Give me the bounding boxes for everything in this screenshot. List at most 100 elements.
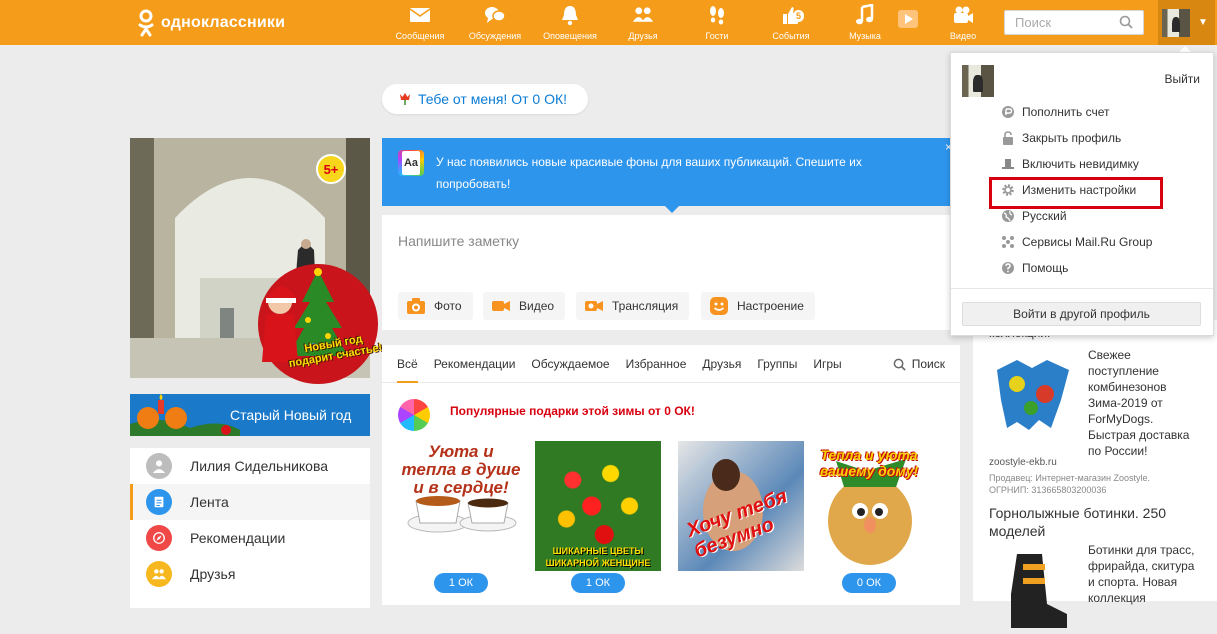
nav-label: Оповещения	[543, 31, 597, 41]
menu-help[interactable]: Помощь	[1001, 257, 1068, 279]
menu-top-up-balance[interactable]: Пополнить счет	[1001, 101, 1110, 123]
composer-broadcast-button[interactable]: Трансляция	[576, 292, 690, 320]
music-note-icon	[856, 4, 874, 25]
left-navigation: Лилия Сидельникова Лента Рекомендации Др…	[130, 448, 370, 608]
nav-video[interactable]: Видео	[932, 4, 994, 41]
ad-dog-suit-image[interactable]	[987, 350, 1077, 440]
logout-link[interactable]: Выйти	[1164, 72, 1200, 86]
nav-discussions[interactable]: Обсуждения	[464, 4, 526, 41]
nav-label: Друзья	[628, 31, 658, 41]
switch-profile-button[interactable]: Войти в другой профиль	[962, 302, 1201, 326]
nav-notifications[interactable]: Оповещения	[539, 4, 601, 41]
left-nav-profile[interactable]: Лилия Сидельникова	[130, 448, 370, 484]
dropdown-divider	[951, 288, 1213, 289]
gift-price-button[interactable]: 1 ОК	[434, 573, 488, 593]
video-camera-icon	[491, 296, 511, 316]
nav-video-promo[interactable]	[878, 4, 938, 30]
ok-logo-icon	[138, 9, 154, 37]
search-icon	[893, 358, 906, 371]
left-nav-label: Рекомендации	[190, 530, 286, 546]
menu-invisible-mode[interactable]: Включить невидимку	[1001, 153, 1139, 175]
menu-item-label: Сервисы Mail.Ru Group	[1022, 235, 1153, 249]
new-backgrounds-notice[interactable]: Aa У нас появились новые красивые фоны д…	[382, 138, 960, 206]
ad-dog-suit-text[interactable]: Свежее поступление комбинезонов Зима-201…	[1088, 347, 1200, 459]
left-nav-label: Друзья	[190, 566, 236, 582]
ad-ski-boots-image[interactable]	[987, 544, 1077, 634]
broadcast-icon	[584, 296, 604, 316]
left-nav-recommendations[interactable]: Рекомендации	[130, 520, 370, 556]
invisible-hat-icon	[1001, 157, 1015, 171]
gift-price-button[interactable]: 0 ОК	[842, 573, 896, 593]
feed-tab-discussed[interactable]: Обсуждаемое	[531, 345, 609, 383]
feed-tab-games[interactable]: Игры	[813, 345, 841, 383]
right-ads-column: коллекции. Свежее поступление комбинезон…	[973, 320, 1217, 628]
services-grid-icon	[1001, 235, 1015, 249]
ad-dog-suit-link[interactable]: zoostyle-ekb.ru	[989, 457, 1057, 468]
feed-icon	[146, 489, 172, 515]
menu-item-label: Включить невидимку	[1022, 157, 1139, 171]
video-camera-icon	[954, 6, 973, 23]
nav-events[interactable]: 5 События	[760, 4, 822, 41]
lock-icon	[1001, 131, 1015, 145]
notice-pointer	[664, 205, 680, 213]
gift-card[interactable]: Тепла и уюта вашему дому! 0 ОК	[806, 441, 932, 593]
composer-video-button[interactable]: Видео	[483, 292, 566, 320]
composer-button-label: Настроение	[737, 299, 804, 313]
top-navigation-bar: одноклассники Сообщения Обсуждения Опове…	[0, 0, 1217, 45]
feed-tab-recommendations[interactable]: Рекомендации	[434, 345, 516, 383]
feed-tab-groups[interactable]: Группы	[757, 345, 797, 383]
gift-price-button[interactable]: 1 ОК	[571, 573, 625, 593]
ok-logo[interactable]: одноклассники	[137, 9, 285, 37]
menu-close-profile[interactable]: Закрыть профиль	[1001, 127, 1121, 149]
gifts-title: Популярные подарки этой зимы от 0 ОК!	[450, 404, 695, 418]
help-icon	[1001, 261, 1015, 275]
feed-panel: Всё Рекомендации Обсуждаемое Избранное Д…	[382, 345, 960, 605]
feed-tab-favorites[interactable]: Избранное	[626, 345, 687, 383]
ad-ski-boots-text[interactable]: Ботинки для трасс, фрирайда, скитура и с…	[1088, 542, 1200, 606]
menu-item-label: Закрыть профиль	[1022, 131, 1122, 145]
left-nav-friends[interactable]: Друзья	[130, 556, 370, 592]
ad-ski-boots-title[interactable]: Горнолыжные ботинки. 250 моделей	[989, 504, 1209, 540]
nav-messages[interactable]: Сообщения	[389, 4, 451, 41]
gift-promo-text: Тебе от меня! От 0 ОК!	[418, 91, 568, 107]
search-icon[interactable]	[1119, 15, 1133, 29]
user-menu-toggle[interactable]: ▼	[1158, 0, 1215, 45]
gift-card[interactable]: ШИКАРНЫЕ ЦВЕТЫ ШИКАРНОЙ ЖЕНЩИНЕ 1 ОК	[535, 441, 661, 593]
nav-friends[interactable]: Друзья	[612, 4, 674, 41]
old-new-year-label: Старый Новый год	[230, 407, 352, 423]
christmas-ornaments-image	[130, 394, 240, 436]
text-style-icon: Aa	[398, 150, 424, 176]
menu-item-label: Помощь	[1022, 261, 1069, 275]
gift-image-couple: Хочу тебя безумно	[678, 441, 804, 571]
settings-highlight-box	[989, 177, 1163, 209]
gift-card[interactable]: Хочу тебя безумно	[678, 441, 804, 581]
left-nav-feed[interactable]: Лента	[130, 484, 370, 520]
play-video-icon	[898, 10, 918, 28]
gift-promo-link[interactable]: Тебе от меня! От 0 ОК!	[382, 84, 588, 114]
gift-image-domovoy: Тепла и уюта вашему дому!	[806, 441, 932, 571]
gift-card[interactable]: Уюта и тепла в душе и в сердце! 1 ОК	[398, 441, 524, 593]
dropdown-avatar[interactable]	[962, 65, 994, 97]
footprints-icon	[710, 6, 724, 25]
note-input[interactable]	[398, 233, 938, 249]
bell-icon	[562, 6, 578, 26]
feed-tabs: Всё Рекомендации Обсуждаемое Избранное Д…	[382, 345, 960, 383]
feed-tab-all[interactable]: Всё	[397, 345, 418, 383]
post-composer: Фото Видео Трансляция Настроение	[382, 215, 960, 330]
text-style-icon-label: Aa	[401, 151, 421, 175]
left-nav-label: Лента	[190, 494, 229, 510]
globe-icon	[1001, 209, 1015, 223]
composer-photo-button[interactable]: Фото	[398, 292, 473, 320]
menu-mailru-services[interactable]: Сервисы Mail.Ru Group	[1001, 231, 1152, 253]
nav-guests[interactable]: Гости	[686, 4, 748, 41]
feed-search-label: Поиск	[911, 357, 945, 371]
menu-item-label: Русский	[1022, 209, 1067, 223]
feed-search-button[interactable]: Поиск	[893, 345, 945, 383]
composer-mood-button[interactable]: Настроение	[701, 292, 815, 320]
old-new-year-banner[interactable]: Старый Новый год	[130, 394, 370, 436]
caret-down-icon: ▼	[1198, 17, 1208, 28]
composer-button-label: Трансляция	[612, 299, 679, 313]
nav-label: Обсуждения	[468, 31, 522, 41]
feed-tab-friends[interactable]: Друзья	[702, 345, 741, 383]
new-year-santa-sticker[interactable]	[256, 262, 380, 386]
